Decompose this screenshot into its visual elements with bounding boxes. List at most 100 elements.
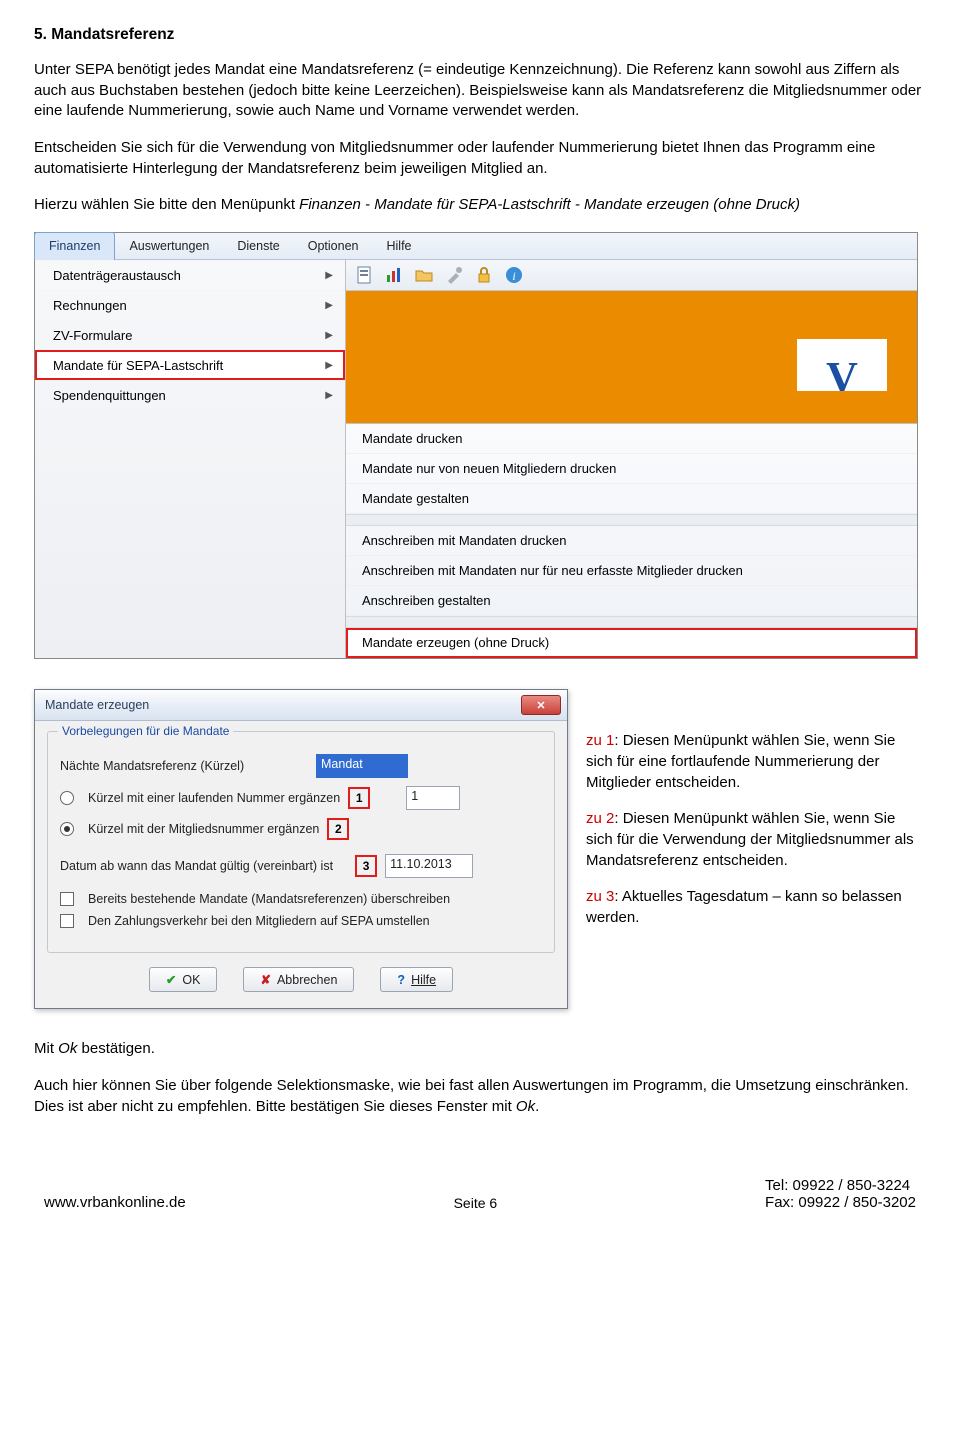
- paragraph-2: Entscheiden Sie sich für die Verwendung …: [34, 138, 926, 179]
- chevron-right-icon: ▶: [325, 270, 333, 281]
- txt: .: [535, 1098, 539, 1115]
- chk2-label: Den Zahlungsverkehr bei den Mitgliedern …: [88, 914, 430, 928]
- toolbar: i: [346, 260, 917, 291]
- close-button[interactable]: ✕: [521, 695, 561, 715]
- logo-v-icon: V: [826, 352, 858, 391]
- txt: Auch hier können Sie über folgende Selek…: [34, 1077, 909, 1115]
- chevron-right-icon: ▶: [325, 360, 333, 371]
- note-zu1-head: zu 1: [586, 732, 614, 749]
- doc-icon[interactable]: [354, 265, 374, 285]
- dropdown-datentraeger[interactable]: Datenträgeraustausch ▶: [35, 260, 345, 290]
- group-label: Vorbelegungen für die Mandate: [58, 724, 233, 738]
- submenu-mandate-gestalten[interactable]: Mandate gestalten: [346, 484, 917, 514]
- submenu-anschreiben-neu-drucken[interactable]: Anschreiben mit Mandaten nur für neu erf…: [346, 556, 917, 586]
- menu-bar: Finanzen Auswertungen Dienste Optionen H…: [35, 233, 917, 260]
- radio-laufende-nummer[interactable]: [60, 791, 74, 805]
- menu-dienste[interactable]: Dienste: [223, 233, 293, 259]
- footer-tel: Tel: 09922 / 850-3224: [765, 1177, 916, 1194]
- paragraph-3-text: Hierzu wählen Sie bitte den Menüpunkt: [34, 196, 299, 213]
- cross-icon: ✘: [260, 972, 270, 987]
- chk1-label: Bereits bestehende Mandate (Mandatsrefer…: [88, 892, 450, 906]
- txt: Mit: [34, 1040, 58, 1057]
- btn-label: Abbrechen: [277, 973, 337, 987]
- close-icon: ✕: [536, 699, 545, 712]
- note-zu3-head: zu 3: [586, 888, 614, 905]
- check-icon: ✔: [166, 972, 176, 987]
- txt: bestätigen.: [77, 1040, 155, 1057]
- menu-finanzen[interactable]: Finanzen: [34, 232, 115, 260]
- dropdown-zvformulare[interactable]: ZV-Formulare ▶: [35, 320, 345, 350]
- ref-kuerzel-input[interactable]: Mandat: [316, 754, 408, 778]
- annotation-1: 1: [348, 787, 370, 809]
- page-footer: www.vrbankonline.de Seite 6 Tel: 09922 /…: [34, 1133, 926, 1211]
- date-label: Datum ab wann das Mandat gültig (vereinb…: [60, 859, 333, 873]
- dropdown-label: Spendenquittungen: [53, 388, 166, 403]
- dropdown-spendenquittungen[interactable]: Spendenquittungen ▶: [35, 380, 345, 410]
- radio-mitgliedsnummer[interactable]: [60, 822, 74, 836]
- menu-screenshot: Finanzen Auswertungen Dienste Optionen H…: [34, 232, 918, 659]
- logo: V: [797, 339, 887, 391]
- btn-label: OK: [182, 973, 200, 987]
- note-zu2: : Diesen Menüpunkt wählen Sie, wenn Sie …: [586, 810, 914, 868]
- txt: Ok: [58, 1040, 77, 1057]
- submenu-mandate-neu-drucken[interactable]: Mandate nur von neuen Mitgliedern drucke…: [346, 454, 917, 484]
- opt1-label: Kürzel mit einer laufenden Nummer ergänz…: [88, 791, 340, 805]
- info-icon[interactable]: i: [504, 265, 524, 285]
- menu-hilfe[interactable]: Hilfe: [372, 233, 425, 259]
- dropdown-label: Datenträgeraustausch: [53, 268, 181, 283]
- ok-button[interactable]: ✔ OK: [149, 967, 218, 992]
- finanzen-dropdown: Datenträgeraustausch ▶ Rechnungen ▶ ZV-For…: [35, 260, 346, 658]
- side-notes: zu 1: Diesen Menüpunkt wählen Sie, wenn …: [586, 689, 926, 945]
- svg-text:i: i: [512, 269, 515, 283]
- after-text-2: Auch hier können Sie über folgende Selek…: [34, 1076, 926, 1117]
- vorbelegungen-group: Vorbelegungen für die Mandate Nächte Man…: [47, 731, 555, 953]
- chevron-right-icon: ▶: [325, 330, 333, 341]
- paragraph-3: Hierzu wählen Sie bitte den Menüpunkt Fi…: [34, 195, 926, 216]
- annotation-2: 2: [327, 818, 349, 840]
- checkbox-sepa-umstellen[interactable]: [60, 914, 74, 928]
- folder-icon[interactable]: [414, 265, 434, 285]
- content-area: V: [346, 291, 917, 423]
- laufende-nummer-input[interactable]: 1: [406, 786, 460, 810]
- submenu-mandate-erzeugen[interactable]: Mandate erzeugen (ohne Druck): [346, 628, 917, 658]
- chevron-right-icon: ▶: [325, 390, 333, 401]
- question-icon: ?: [397, 973, 405, 987]
- menu-optionen[interactable]: Optionen: [294, 233, 373, 259]
- dialog-title: Mandate erzeugen: [45, 698, 149, 712]
- dropdown-label: Mandate für SEPA-Lastschrift: [53, 358, 223, 373]
- footer-page: Seite 6: [454, 1195, 498, 1211]
- mandate-submenu: Mandate drucken Mandate nur von neuen Mi…: [346, 423, 917, 658]
- opt2-label: Kürzel mit der Mitgliedsnummer ergänzen: [88, 822, 319, 836]
- dropdown-mandate-sepa[interactable]: Mandate für SEPA-Lastschrift ▶: [35, 350, 345, 380]
- lock-icon[interactable]: [474, 265, 494, 285]
- note-zu3: : Aktuelles Tagesdatum – kann so belasse…: [586, 888, 902, 926]
- submenu-mandate-drucken[interactable]: Mandate drucken: [346, 424, 917, 454]
- dropdown-label: Rechnungen: [53, 298, 127, 313]
- paragraph-3-menupath: Finanzen - Mandate für SEPA-Lastschrift …: [299, 196, 800, 213]
- submenu-anschreiben-drucken[interactable]: Anschreiben mit Mandaten drucken: [346, 526, 917, 556]
- footer-url: www.vrbankonline.de: [44, 1194, 186, 1211]
- paragraph-1: Unter SEPA benötigt jedes Mandat eine Ma…: [34, 60, 926, 122]
- menu-auswertungen[interactable]: Auswertungen: [115, 233, 223, 259]
- cancel-button[interactable]: ✘ Abbrechen: [243, 967, 354, 992]
- dropdown-rechnungen[interactable]: Rechnungen ▶: [35, 290, 345, 320]
- help-button[interactable]: ? Hilfe: [380, 967, 453, 992]
- chevron-right-icon: ▶: [325, 300, 333, 311]
- date-input[interactable]: 11.10.2013: [385, 854, 473, 878]
- btn-label: Hilfe: [411, 973, 436, 987]
- note-zu2-head: zu 2: [586, 810, 614, 827]
- note-zu1: : Diesen Menüpunkt wählen Sie, wenn Sie …: [586, 732, 895, 790]
- checkbox-ueberschreiben[interactable]: [60, 892, 74, 906]
- annotation-3: 3: [355, 855, 377, 877]
- footer-contact: Tel: 09922 / 850-3224 Fax: 09922 / 850-3…: [765, 1177, 916, 1211]
- section-heading: 5. Mandatsreferenz: [34, 26, 926, 44]
- mandate-erzeugen-dialog: Mandate erzeugen ✕ Vorbelegungen für die…: [34, 689, 568, 1009]
- txt: Ok: [516, 1098, 535, 1115]
- dropdown-label: ZV-Formulare: [53, 328, 132, 343]
- chart-icon[interactable]: [384, 265, 404, 285]
- submenu-anschreiben-gestalten[interactable]: Anschreiben gestalten: [346, 586, 917, 616]
- tools-icon[interactable]: [444, 265, 464, 285]
- ref-kuerzel-label: Nächte Mandatsreferenz (Kürzel): [60, 759, 308, 773]
- after-text-1: Mit Ok bestätigen.: [34, 1039, 926, 1060]
- footer-fax: Fax: 09922 / 850-3202: [765, 1194, 916, 1211]
